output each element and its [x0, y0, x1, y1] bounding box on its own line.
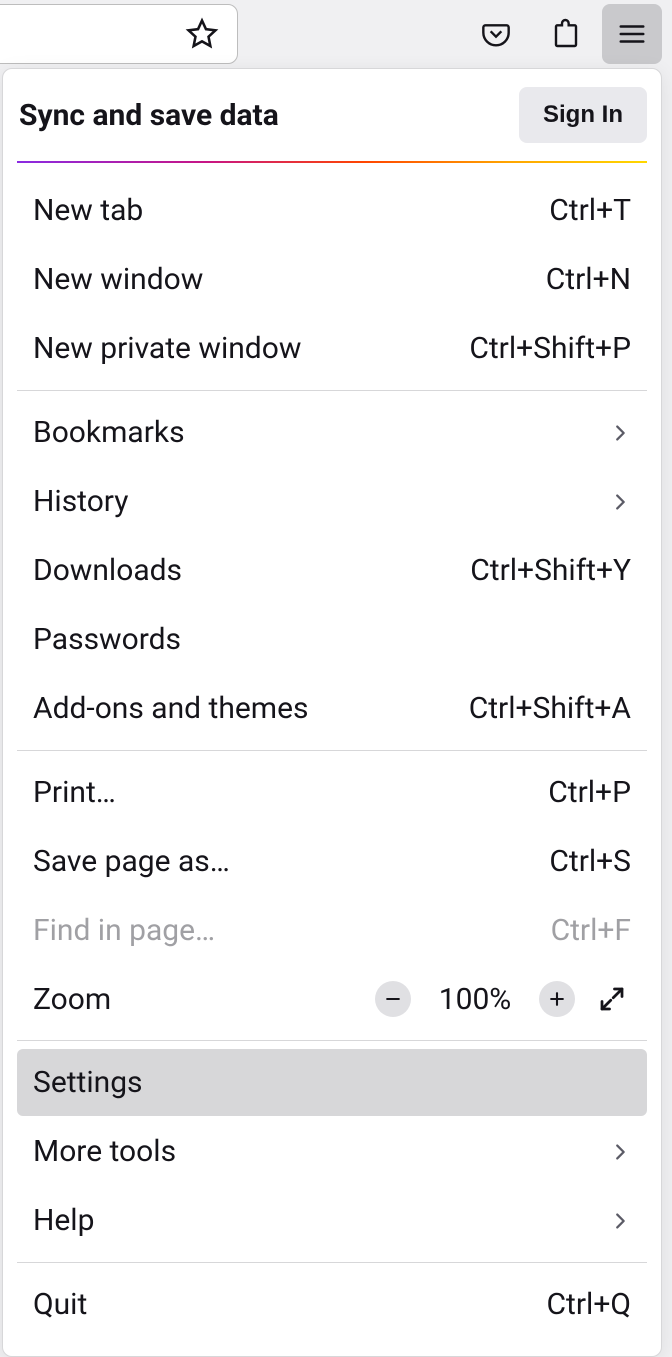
chevron-right-icon	[609, 422, 631, 444]
extensions-button[interactable]	[542, 10, 590, 58]
menu-label: Downloads	[33, 553, 182, 588]
menu-shortcut: Ctrl+Shift+P	[469, 331, 631, 366]
chevron-right-icon	[609, 491, 631, 513]
menu-label: Settings	[33, 1065, 143, 1100]
menu-item-passwords[interactable]: Passwords	[3, 606, 661, 673]
menu-shortcut: Ctrl+F	[551, 913, 631, 948]
zoom-label: Zoom	[33, 982, 357, 1017]
fullscreen-button[interactable]	[593, 980, 631, 1018]
separator	[17, 1262, 647, 1263]
menu-item-help[interactable]: Help	[3, 1187, 661, 1254]
menu-label: Bookmarks	[33, 415, 185, 450]
sync-row: Sync and save data Sign In	[3, 69, 661, 161]
menu-shortcut: Ctrl+S	[549, 844, 631, 879]
menu-shortcut: Ctrl+Shift+Y	[470, 553, 631, 588]
menu-label: Find in page…	[33, 913, 215, 948]
app-menu-button[interactable]	[602, 4, 662, 64]
zoom-out-button[interactable]	[375, 981, 411, 1017]
menu-item-downloads[interactable]: Downloads Ctrl+Shift+Y	[3, 537, 661, 604]
separator	[17, 750, 647, 751]
pocket-button[interactable]	[472, 10, 520, 58]
menu-label: New tab	[33, 193, 143, 228]
menu-shortcut: Ctrl+N	[546, 262, 631, 297]
menu-shortcut: Ctrl+T	[549, 193, 631, 228]
sync-title: Sync and save data	[19, 98, 279, 133]
menu-label: Save page as…	[33, 844, 230, 879]
sign-in-button[interactable]: Sign In	[519, 87, 647, 143]
chevron-right-icon	[609, 1210, 631, 1232]
menu-item-more-tools[interactable]: More tools	[3, 1118, 661, 1185]
menu-label: New window	[33, 262, 203, 297]
menu-label: Add-ons and themes	[33, 691, 309, 726]
menu-label: Print…	[33, 775, 116, 810]
separator	[17, 1040, 647, 1041]
menu-item-settings[interactable]: Settings	[17, 1049, 647, 1116]
browser-toolbar	[0, 0, 672, 68]
zoom-in-button[interactable]	[539, 981, 575, 1017]
menu-item-find-in-page: Find in page… Ctrl+F	[3, 897, 661, 964]
menu-label: Passwords	[33, 622, 181, 657]
bookmark-star-icon[interactable]	[185, 17, 219, 51]
menu-item-new-window[interactable]: New window Ctrl+N	[3, 246, 661, 313]
menu-item-bookmarks[interactable]: Bookmarks	[3, 399, 661, 466]
menu-label: More tools	[33, 1134, 176, 1169]
menu-item-new-private-window[interactable]: New private window Ctrl+Shift+P	[3, 315, 661, 382]
menu-shortcut: Ctrl+Q	[547, 1287, 631, 1322]
menu-label: History	[33, 484, 128, 519]
chevron-right-icon	[609, 1141, 631, 1163]
menu-shortcut: Ctrl+Shift+A	[469, 691, 631, 726]
menu-item-quit[interactable]: Quit Ctrl+Q	[3, 1271, 661, 1338]
menu-label: New private window	[33, 331, 301, 366]
menu-label: Help	[33, 1203, 94, 1238]
zoom-value: 100%	[429, 982, 521, 1017]
menu-shortcut: Ctrl+P	[548, 775, 631, 810]
menu-label: Quit	[33, 1287, 87, 1322]
menu-item-history[interactable]: History	[3, 468, 661, 535]
app-menu-panel: Sync and save data Sign In New tab Ctrl+…	[2, 68, 662, 1357]
menu-item-addons[interactable]: Add-ons and themes Ctrl+Shift+A	[3, 675, 661, 742]
menu-item-save-page[interactable]: Save page as… Ctrl+S	[3, 828, 661, 895]
url-bar[interactable]	[0, 4, 238, 64]
menu-item-new-tab[interactable]: New tab Ctrl+T	[3, 177, 661, 244]
separator	[17, 390, 647, 391]
menu-item-print[interactable]: Print… Ctrl+P	[3, 759, 661, 826]
menu-item-zoom: Zoom 100%	[3, 966, 661, 1032]
